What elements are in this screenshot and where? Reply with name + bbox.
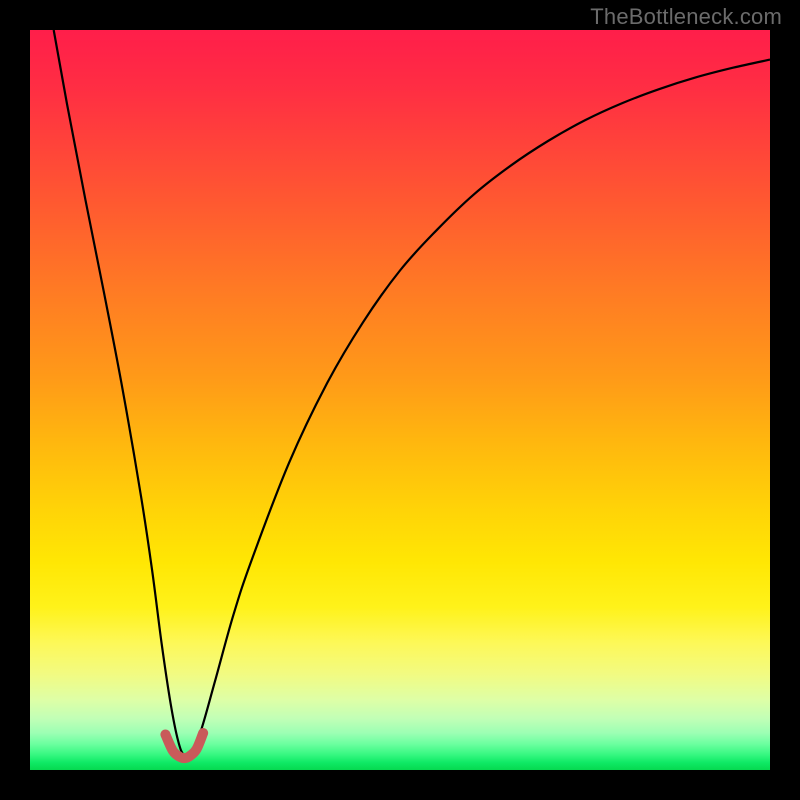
plot-area xyxy=(30,30,770,770)
plot-frame xyxy=(30,30,770,770)
watermark-text: TheBottleneck.com xyxy=(590,4,782,30)
curve-svg xyxy=(30,30,770,770)
bottleneck-curve xyxy=(54,30,770,757)
optimal-region-highlight xyxy=(165,733,203,758)
